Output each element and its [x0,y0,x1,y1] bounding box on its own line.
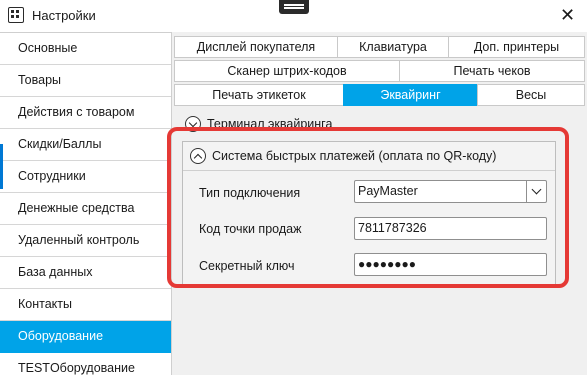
sidebar-item-test-equipment[interactable]: TESTОборудование [0,353,171,375]
tab-barcode-scanner[interactable]: Сканер штрих-кодов [174,60,400,82]
title-bar: Настройки ✕ [0,0,587,30]
tab-receipt-printing[interactable]: Печать чеков [399,60,585,82]
window-title: Настройки [32,8,96,23]
window-edge-accent [0,144,3,189]
tab-extra-printers[interactable]: Доп. принтеры [448,36,585,58]
sidebar-item-products[interactable]: Товары [0,65,171,97]
sidebar-item-remote-control[interactable]: Удаленный контроль [0,225,171,257]
sidebar-item-cash[interactable]: Денежные средства [0,193,171,225]
highlight-frame [167,127,569,288]
settings-sidebar: Основные Товары Действия с товаром Скидк… [0,32,172,375]
tab-keyboard[interactable]: Клавиатура [337,36,449,58]
sidebar-item-employees[interactable]: Сотрудники [0,161,171,193]
sidebar-item-basic[interactable]: Основные [0,33,171,65]
tab-scales[interactable]: Весы [477,84,585,106]
sidebar-item-product-actions[interactable]: Действия с товаром [0,97,171,129]
tab-customer-display[interactable]: Дисплей покупателя [174,36,338,58]
sidebar-item-equipment[interactable]: Оборудование [0,321,171,353]
close-button[interactable]: ✕ [548,0,587,30]
sidebar-item-contacts[interactable]: Контакты [0,289,171,321]
snap-grip-icon[interactable] [279,0,309,14]
sidebar-item-discounts[interactable]: Скидки/Баллы [0,129,171,161]
sidebar-item-database[interactable]: База данных [0,257,171,289]
tab-label-printing[interactable]: Печать этикеток [174,84,344,106]
tab-acquiring[interactable]: Эквайринг [343,84,478,106]
app-icon [8,7,24,23]
